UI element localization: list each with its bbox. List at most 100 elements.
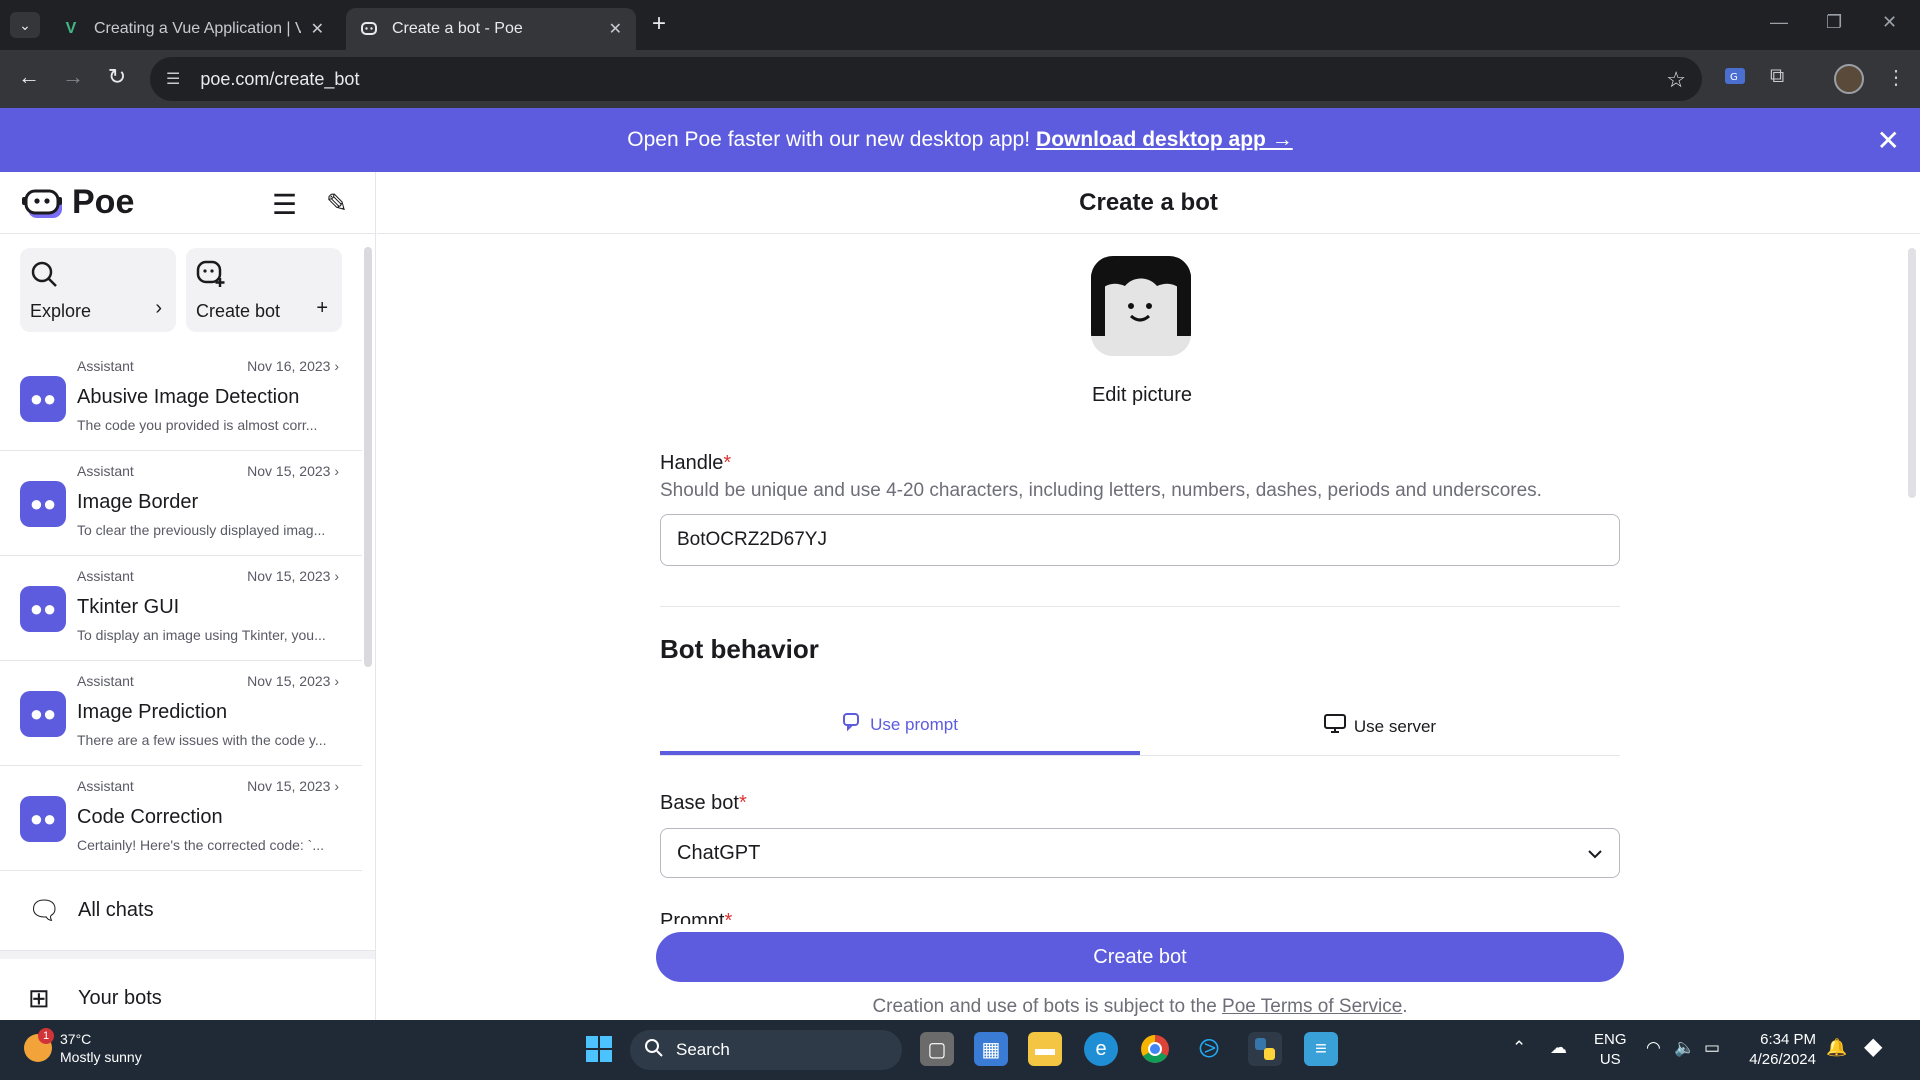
terms-period: . [1402, 996, 1408, 1017]
back-icon[interactable]: ← [14, 64, 44, 90]
chat-list-item[interactable]: ●● Assistant Nov 15, 2023 › Image Border … [0, 451, 362, 556]
sidebar-scrollbar[interactable] [364, 247, 372, 667]
chat-date: Nov 15, 2023 › [247, 568, 339, 584]
your-bots-link[interactable]: ⊞ Your bots [0, 959, 375, 1020]
battery-icon[interactable]: ▭ [1704, 1038, 1720, 1058]
all-chats-link[interactable]: 🗨 All chats [0, 871, 375, 951]
forward-icon[interactable]: → [58, 64, 88, 90]
terms-of-service-link[interactable]: Poe Terms of Service [1222, 996, 1402, 1017]
behavior-tabs: Use prompt Use server [660, 698, 1620, 756]
svg-text:G: G [1730, 72, 1738, 83]
address-bar[interactable]: ☰ poe.com/create_bot ☆ [150, 57, 1702, 101]
monitor-icon [1323, 714, 1346, 739]
language-code: ENG [1594, 1031, 1627, 1048]
sidebar-header: Poe ☰ ✎ [0, 172, 375, 234]
file-explorer-icon[interactable]: ▬ [1028, 1032, 1062, 1066]
create-bot-submit-button[interactable]: Create bot [656, 932, 1624, 982]
assistant-bot-icon: ●● [20, 586, 66, 632]
restore-icon[interactable]: ❐ [1826, 12, 1842, 33]
chat-list-item[interactable]: ●● Assistant Nov 15, 2023 › Code Correcti… [0, 766, 362, 871]
chat-title: Code Correction [77, 806, 223, 828]
show-hidden-icons-icon[interactable]: ⌃ [1512, 1038, 1526, 1058]
language-indicator[interactable]: ENG US [1594, 1030, 1627, 1070]
edge-icon[interactable]: e [1084, 1032, 1118, 1066]
tab-title: Create a bot - Poe [392, 20, 523, 37]
weather-text: 37°C Mostly sunny [60, 1030, 142, 1066]
extensions-puzzle-icon[interactable]: ⧉ [1770, 65, 1784, 88]
copilot-icon[interactable]: ◆ [1864, 1032, 1882, 1061]
explore-button[interactable]: Explore › [20, 248, 176, 332]
explore-label: Explore [30, 301, 92, 321]
poe-icon [360, 20, 378, 38]
browser-menu-icon[interactable]: ⋮ [1886, 65, 1906, 90]
chat-date-text: Nov 16, 2023 [247, 358, 331, 374]
tab-search-button[interactable]: ⌄ [10, 12, 40, 38]
task-view-icon[interactable]: ▢ [920, 1032, 954, 1066]
chat-date: Nov 16, 2023 › [247, 358, 339, 374]
volume-icon[interactable]: 🔈 [1674, 1038, 1695, 1058]
close-window-icon[interactable]: ✕ [1882, 12, 1897, 33]
store-icon[interactable]: ▦ [974, 1032, 1008, 1066]
logo-text: Poe [72, 183, 135, 221]
profile-avatar[interactable] [1834, 64, 1864, 94]
bookmark-star-icon[interactable]: ☆ [1666, 67, 1686, 93]
python-icon[interactable] [1248, 1032, 1282, 1066]
search-label: Search [676, 1040, 730, 1059]
close-banner-icon[interactable]: ✕ [1877, 124, 1900, 157]
windows-start-icon[interactable] [582, 1032, 616, 1066]
taskbar-search[interactable]: Search [630, 1030, 902, 1070]
chat-preview: To display an image using Tkinter, you..… [77, 627, 326, 643]
chat-bot-name: Assistant [77, 358, 134, 374]
chat-list-item[interactable]: ●● Assistant Nov 16, 2023 › Abusive Image… [0, 346, 362, 451]
handle-input[interactable]: BotOCRZ2D67YJ [660, 514, 1620, 566]
date: 4/26/2024 [1749, 1051, 1816, 1068]
weather-widget[interactable]: 1 37°C Mostly sunny [24, 1028, 142, 1066]
chat-bubble-icon [842, 712, 862, 737]
close-tab-icon[interactable]: ✕ [311, 19, 324, 39]
chat-title: Image Prediction [77, 701, 228, 723]
create-bot-button[interactable]: Create bot + [186, 248, 342, 332]
search-icon [644, 1038, 664, 1063]
browser-tab-poe[interactable]: Create a bot - Poe ✕ [346, 8, 636, 50]
translate-extension-icon[interactable]: G [1724, 65, 1746, 93]
weather-condition: Mostly sunny [60, 1049, 142, 1065]
plus-icon: + [316, 297, 328, 319]
download-desktop-app-link[interactable]: Download desktop app → [1036, 128, 1293, 152]
close-tab-icon[interactable]: ✕ [609, 19, 622, 39]
site-info-icon[interactable]: ☰ [166, 69, 180, 89]
chat-bot-name: Assistant [77, 778, 134, 794]
edit-picture-button[interactable]: Edit picture [1037, 384, 1247, 407]
notepad-icon[interactable]: ≡ [1304, 1032, 1338, 1066]
base-bot-label: Base bot* [660, 792, 747, 815]
bot-behavior-heading: Bot behavior [660, 634, 819, 664]
notification-bell-icon[interactable]: 🔔 [1826, 1038, 1847, 1058]
chat-preview: The code you provided is almost corr... [77, 417, 318, 433]
chat-date: Nov 15, 2023 › [247, 463, 339, 479]
poe-logo-icon [22, 185, 64, 221]
chevron-down-icon [1587, 842, 1603, 865]
chat-list-item[interactable]: ●● Assistant Nov 15, 2023 › Image Predict… [0, 661, 362, 766]
chat-list-item[interactable]: ●● Assistant Nov 15, 2023 › Tkinter GUI T… [0, 556, 362, 661]
chrome-icon[interactable] [1138, 1032, 1172, 1066]
desktop-app-banner: Open Poe faster with our new desktop app… [0, 108, 1920, 172]
tab-title: Creating a Vue Application | Vu [94, 20, 301, 37]
reload-icon[interactable]: ↻ [102, 64, 132, 90]
minimize-icon[interactable]: — [1770, 12, 1788, 33]
tab-use-server[interactable]: Use server [1140, 698, 1620, 755]
clock[interactable]: 6:34 PM 4/26/2024 [1724, 1030, 1816, 1070]
tab-use-prompt[interactable]: Use prompt [660, 698, 1140, 755]
onedrive-cloud-icon[interactable]: ☁ [1550, 1038, 1567, 1058]
new-chat-icon[interactable]: ✎ [326, 188, 348, 219]
vscode-icon[interactable]: ⧁ [1192, 1032, 1226, 1066]
wifi-icon[interactable]: ◠ [1646, 1038, 1661, 1058]
browser-tab-vue[interactable]: V Creating a Vue Application | Vu ✕ [48, 8, 338, 50]
windows-taskbar: 1 37°C Mostly sunny Search ▢ ▦ ▬ e ⧁ ≡ ⌃… [0, 1020, 1920, 1080]
main-scrollbar[interactable] [1908, 248, 1916, 498]
base-bot-select[interactable]: ChatGPT [660, 828, 1620, 878]
chat-date-text: Nov 15, 2023 [247, 463, 331, 479]
new-tab-button[interactable]: + [652, 10, 666, 38]
required-asterisk: * [724, 910, 733, 924]
handle-hint: Should be unique and use 4-20 characters… [660, 480, 1542, 501]
bot-avatar-image[interactable] [1091, 256, 1191, 356]
menu-icon[interactable]: ☰ [272, 188, 297, 221]
